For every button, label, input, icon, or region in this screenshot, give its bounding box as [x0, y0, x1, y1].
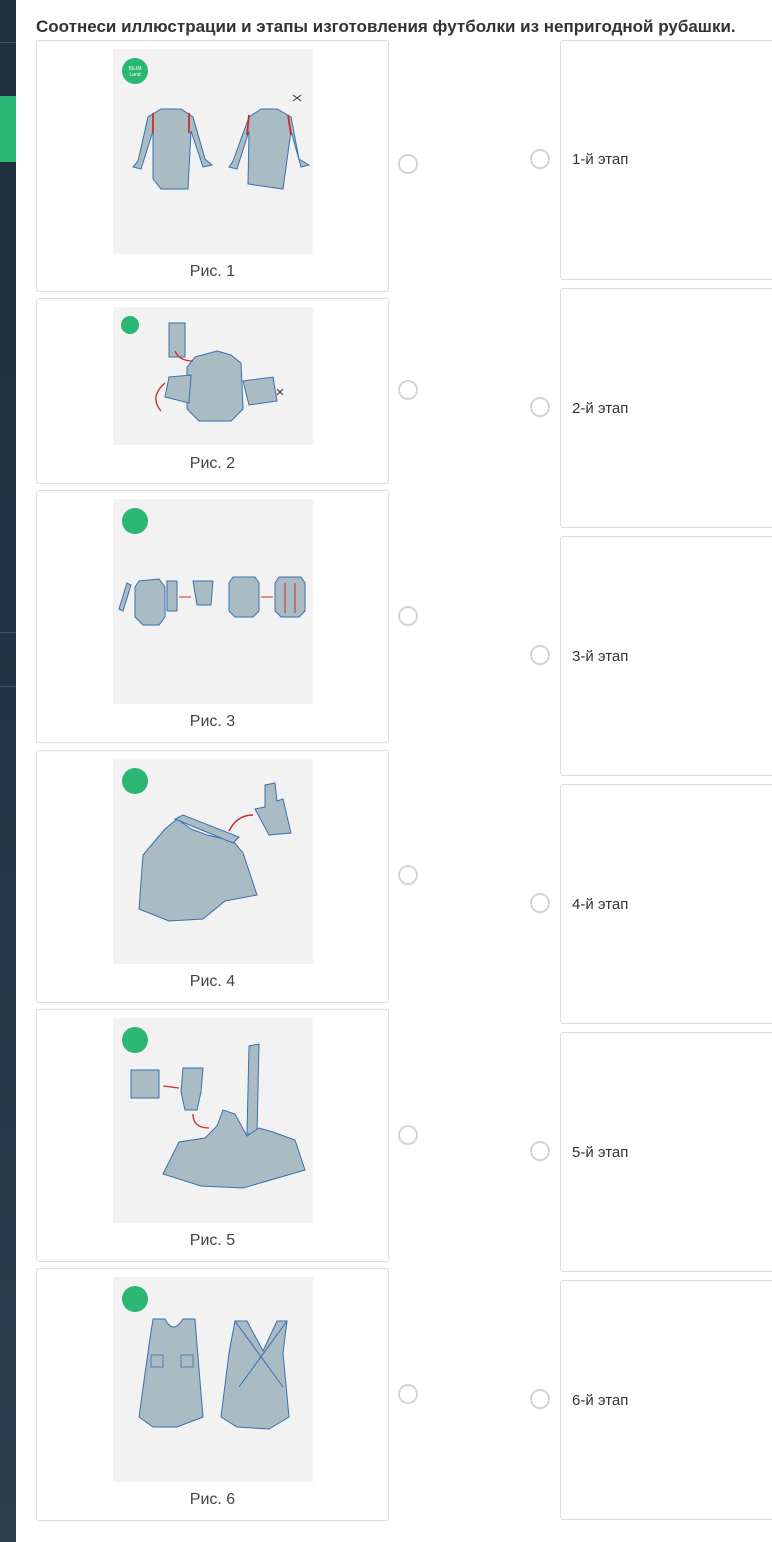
stage-radio-6[interactable]	[530, 1389, 550, 1409]
illustration-4	[113, 759, 313, 964]
picture-radio-1[interactable]	[398, 154, 418, 174]
bilimland-logo-icon	[122, 768, 148, 794]
stage-label: 2-й этап	[572, 400, 629, 417]
stage-card-6[interactable]: 6-й этап	[530, 1280, 772, 1520]
picture-card-5[interactable]: Рис. 5	[36, 1009, 389, 1262]
stage-radio-3[interactable]	[530, 645, 550, 665]
stage-radio-1[interactable]	[530, 149, 550, 169]
bilimland-logo-icon	[122, 508, 148, 534]
stage-label: 3-й этап	[572, 648, 629, 665]
stage-radio-2[interactable]	[530, 397, 550, 417]
picture-caption: Рис. 6	[189, 1491, 236, 1508]
stage-card-2[interactable]: 2-й этап	[530, 288, 772, 528]
picture-caption: Рис. 4	[189, 973, 236, 990]
picture-caption: Рис. 5	[189, 1232, 236, 1249]
sidebar-divider	[0, 686, 16, 687]
picture-card-1[interactable]: BILIM Land Рис. 1	[36, 40, 389, 292]
stage-label: 1-й этап	[572, 151, 629, 168]
picture-caption: Рис. 2	[189, 455, 236, 472]
illustration-1: BILIM Land	[113, 49, 313, 254]
task-title: Соотнеси иллюстрации и этапы изготовлени…	[36, 17, 736, 36]
stage-card-5[interactable]: 5-й этап	[530, 1032, 772, 1272]
stage-card-3[interactable]: 3-й этап	[530, 536, 772, 776]
sidebar-active-item[interactable]	[0, 96, 16, 162]
app-sidebar	[0, 0, 16, 1542]
stage-card-4[interactable]: 4-й этап	[530, 784, 772, 1024]
bilimland-logo-icon	[122, 1286, 148, 1312]
stage-label: 6-й этап	[572, 1392, 629, 1409]
stage-card-1[interactable]: 1-й этап	[530, 40, 772, 280]
picture-card-4[interactable]: Рис. 4	[36, 750, 389, 1003]
stage-label: 5-й этап	[572, 1144, 629, 1161]
stage-label: 4-й этап	[572, 896, 629, 913]
picture-caption: Рис. 3	[189, 713, 236, 730]
stage-radio-5[interactable]	[530, 1141, 550, 1161]
picture-card-3[interactable]: Рис. 3	[36, 490, 389, 743]
bilimland-logo-icon	[122, 1027, 148, 1053]
picture-radio-3[interactable]	[398, 606, 418, 626]
illustration-6	[113, 1277, 313, 1482]
picture-radio-6[interactable]	[398, 1384, 418, 1404]
illustration-2	[113, 307, 313, 445]
illustration-3	[113, 499, 313, 704]
sidebar-divider	[0, 632, 16, 633]
picture-radio-4[interactable]	[398, 865, 418, 885]
sidebar-divider	[0, 42, 16, 43]
picture-radio-5[interactable]	[398, 1125, 418, 1145]
bilimland-logo-icon	[121, 316, 139, 334]
illustration-5	[113, 1018, 313, 1223]
picture-card-6[interactable]: Рис. 6	[36, 1268, 389, 1521]
picture-radio-2[interactable]	[398, 380, 418, 400]
svg-text:Land: Land	[129, 72, 140, 78]
picture-card-2[interactable]: Рис. 2	[36, 298, 389, 484]
stage-radio-4[interactable]	[530, 893, 550, 913]
picture-caption: Рис. 1	[189, 263, 236, 280]
